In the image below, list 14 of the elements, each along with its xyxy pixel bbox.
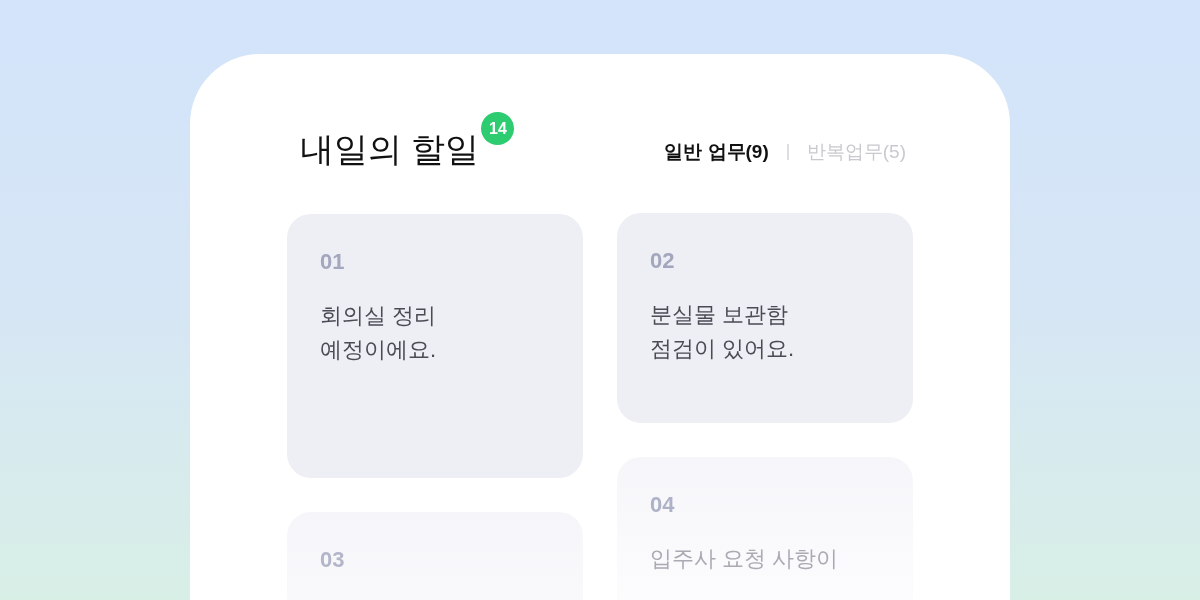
task-text: 회의실 정리 [320, 302, 438, 330]
task-number: 03 [320, 546, 346, 574]
task-number: 04 [650, 491, 676, 519]
task-text: 점검이 있어요. [650, 335, 796, 363]
task-text: 분실물 보관함 [650, 301, 790, 329]
count-badge: 14 [481, 112, 515, 145]
tab[interactable]: 일반 업무(9) [664, 137, 769, 166]
panel-title: 내일의 할일 [300, 129, 480, 170]
task-text: 입주사 요청 사항이 [650, 545, 840, 573]
task-card[interactable]: 02 분실물 보관함 점검이 있어요. [617, 213, 913, 423]
task-text: 예정이에요. [320, 336, 438, 364]
task-card[interactable]: 01 회의실 정리 예정이에요. [287, 214, 583, 478]
task-number: 02 [650, 247, 676, 275]
task-number: 01 [320, 248, 346, 276]
